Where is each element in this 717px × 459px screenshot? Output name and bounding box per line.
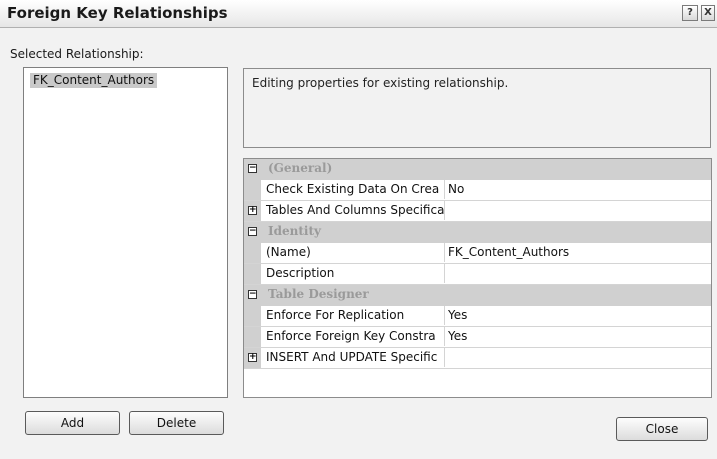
property-name: Check Existing Data On Crea bbox=[261, 180, 445, 199]
property-name: Tables And Columns Specifica bbox=[261, 201, 445, 220]
property-category[interactable]: − (General) bbox=[244, 159, 711, 180]
dialog-title: Foreign Key Relationships bbox=[7, 4, 228, 22]
close-button[interactable]: Close bbox=[616, 417, 708, 441]
category-label: Identity bbox=[268, 224, 321, 238]
row-gutter: + bbox=[244, 348, 261, 368]
property-value[interactable] bbox=[445, 264, 711, 283]
property-value[interactable]: Yes bbox=[445, 327, 711, 346]
property-row[interactable]: Check Existing Data On Crea No bbox=[244, 180, 711, 201]
row-gutter bbox=[244, 243, 261, 263]
add-button[interactable]: Add bbox=[25, 411, 120, 435]
row-gutter: − bbox=[244, 159, 261, 179]
property-category[interactable]: − Identity bbox=[244, 222, 711, 243]
property-value[interactable] bbox=[445, 348, 711, 367]
row-gutter bbox=[244, 306, 261, 326]
property-name: Enforce For Replication bbox=[261, 306, 445, 325]
property-name: (Name) bbox=[261, 243, 445, 262]
close-window-button[interactable]: X bbox=[701, 5, 715, 21]
collapse-icon[interactable]: − bbox=[248, 290, 257, 299]
category-label: (General) bbox=[268, 161, 333, 175]
property-category[interactable]: − Table Designer bbox=[244, 285, 711, 306]
relationship-list[interactable]: FK_Content_Authors bbox=[23, 67, 228, 398]
row-gutter bbox=[244, 180, 261, 200]
row-gutter: + bbox=[244, 201, 261, 221]
collapse-icon[interactable]: − bbox=[248, 227, 257, 236]
property-value[interactable] bbox=[445, 201, 711, 220]
property-row[interactable]: Description bbox=[244, 264, 711, 285]
row-gutter bbox=[244, 327, 261, 347]
foreign-key-relationships-dialog: Foreign Key Relationships ? X Selected R… bbox=[0, 0, 717, 459]
expand-icon[interactable]: + bbox=[248, 353, 257, 362]
expand-icon[interactable]: + bbox=[248, 206, 257, 215]
property-name: Enforce Foreign Key Constra bbox=[261, 327, 445, 346]
property-grid[interactable]: − (General) Check Existing Data On Crea No +… bbox=[243, 158, 712, 398]
row-gutter: − bbox=[244, 222, 261, 242]
relationship-item[interactable]: FK_Content_Authors bbox=[30, 73, 158, 88]
delete-button[interactable]: Delete bbox=[129, 411, 224, 435]
property-value[interactable]: Yes bbox=[445, 306, 711, 325]
property-value[interactable]: FK_Content_Authors bbox=[445, 243, 711, 262]
property-name: Description bbox=[261, 264, 445, 283]
property-row[interactable]: Enforce For Replication Yes bbox=[244, 306, 711, 327]
category-label: Table Designer bbox=[268, 287, 369, 301]
description-box: Editing properties for existing relation… bbox=[243, 68, 711, 148]
property-row[interactable]: Enforce Foreign Key Constra Yes bbox=[244, 327, 711, 348]
description-text: Editing properties for existing relation… bbox=[252, 76, 509, 90]
property-row[interactable]: + Tables And Columns Specifica bbox=[244, 201, 711, 222]
property-name: INSERT And UPDATE Specific bbox=[261, 348, 445, 367]
row-gutter bbox=[244, 264, 261, 284]
selected-relationship-label: Selected Relationship: bbox=[10, 47, 144, 61]
property-row[interactable]: (Name) FK_Content_Authors bbox=[244, 243, 711, 264]
property-row[interactable]: + INSERT And UPDATE Specific bbox=[244, 348, 711, 369]
help-button[interactable]: ? bbox=[682, 5, 698, 21]
row-gutter: − bbox=[244, 285, 261, 305]
property-value[interactable]: No bbox=[445, 180, 711, 199]
title-bar: Foreign Key Relationships ? X bbox=[0, 0, 717, 28]
collapse-icon[interactable]: − bbox=[248, 164, 257, 173]
